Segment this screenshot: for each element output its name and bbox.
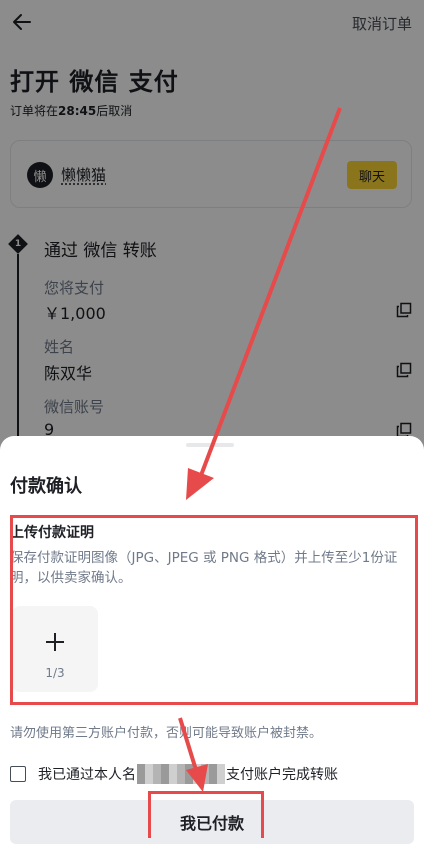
payment-confirm-sheet: 付款确认 上传付款证明 保存付款证明图像（JPG、JPEG 或 PNG 格式）并… (0, 436, 424, 844)
sheet-title: 付款确认 (10, 476, 82, 497)
confirm-transfer-label[interactable]: 我已通过本人名 支付账户完成转账 (38, 764, 338, 784)
plus-icon (46, 633, 64, 651)
confirm-transfer-checkbox[interactable] (10, 766, 26, 782)
redacted-name-mask (137, 764, 225, 784)
upload-proof-button[interactable]: 1/3 (12, 606, 98, 692)
confirm-suffix: 支付账户完成转账 (226, 767, 338, 783)
upload-proof-description: 保存付款证明图像（JPG、JPEG 或 PNG 格式）并上传至少1份证明，以供卖… (10, 550, 398, 586)
upload-proof-title: 上传付款证明 (10, 525, 94, 541)
third-party-warning: 请勿使用第三方账户付款，否则可能导致账户被封禁。 (10, 726, 323, 741)
i-have-paid-button[interactable]: 我已付款 (10, 800, 414, 844)
upload-count: 1/3 (45, 666, 65, 680)
sheet-drag-handle[interactable] (186, 443, 234, 447)
confirm-prefix: 我已通过本人名 (38, 767, 136, 783)
